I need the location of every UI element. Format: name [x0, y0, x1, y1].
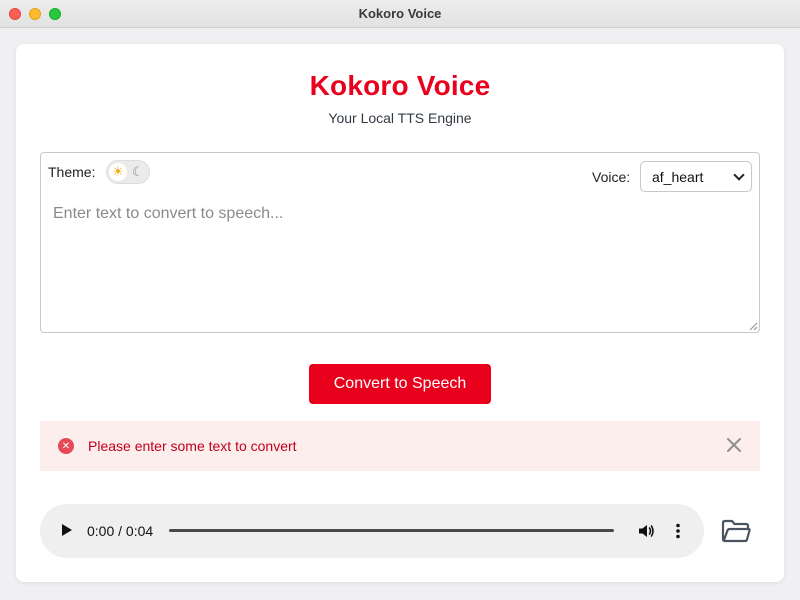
- voice-label: Voice:: [592, 169, 631, 185]
- folder-icon[interactable]: [721, 518, 751, 544]
- close-icon[interactable]: [726, 437, 742, 453]
- playback-time: 0:00 / 0:04: [87, 523, 154, 539]
- text-input-placeholder[interactable]: Enter text to convert to speech...: [53, 205, 743, 223]
- minimize-window-button[interactable]: [29, 8, 41, 20]
- resize-grip-icon[interactable]: [749, 322, 758, 331]
- more-options-icon[interactable]: [675, 523, 681, 539]
- sun-icon: ☀: [109, 163, 127, 181]
- window-controls: [9, 8, 61, 20]
- convert-button[interactable]: Convert to Speech: [309, 364, 491, 404]
- app-title: Kokoro Voice: [309, 70, 491, 101]
- theme-label: Theme:: [48, 164, 96, 180]
- close-window-button[interactable]: [9, 8, 21, 20]
- chevron-down-icon: [733, 169, 745, 181]
- window-titlebar: Kokoro Voice: [0, 0, 800, 28]
- error-icon: ✕: [58, 438, 74, 454]
- window-title: Kokoro Voice: [358, 6, 442, 21]
- error-message: Please enter some text to convert: [88, 438, 297, 454]
- voice-select[interactable]: af_heart: [640, 161, 752, 192]
- zoom-window-button[interactable]: [49, 8, 61, 20]
- moon-icon: ☾: [132, 164, 144, 179]
- voice-select-value: af_heart: [652, 168, 704, 185]
- app-subtitle: Your Local TTS Engine: [328, 110, 472, 126]
- volume-icon[interactable]: [637, 522, 655, 540]
- playback-progress-bar[interactable]: [169, 529, 614, 532]
- play-icon[interactable]: [62, 524, 72, 536]
- theme-toggle[interactable]: ☀ ☾: [106, 160, 150, 184]
